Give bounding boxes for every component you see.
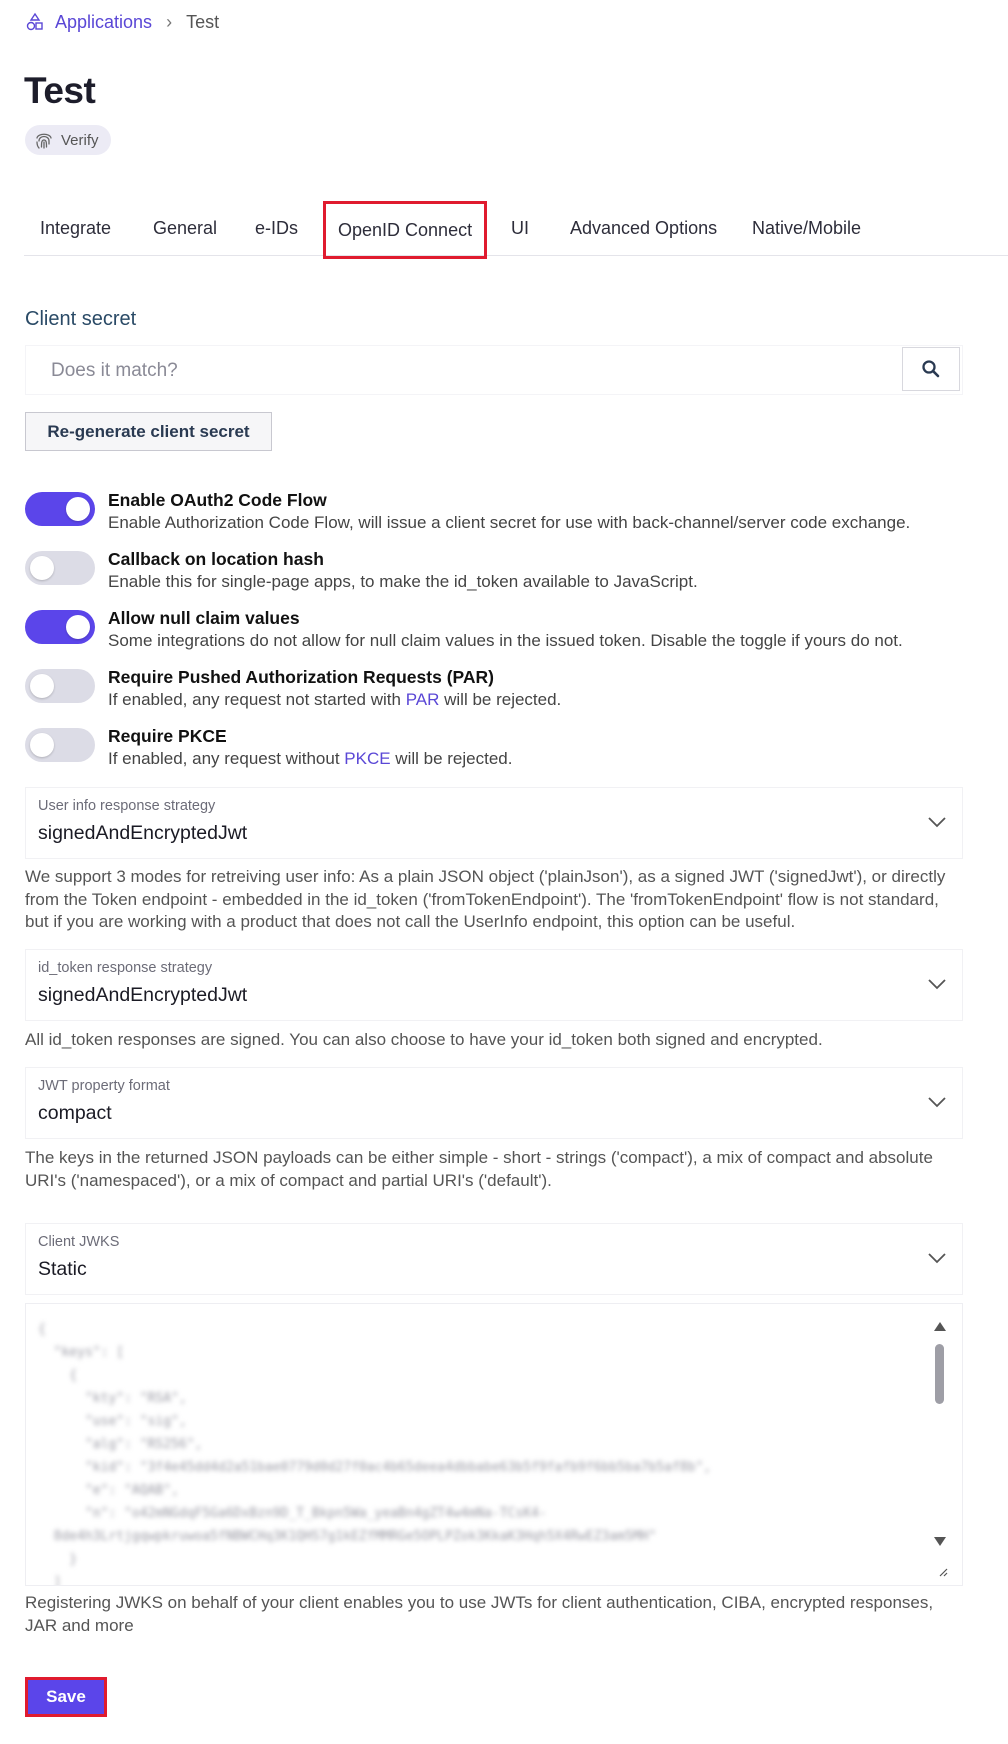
tab-e-ids[interactable]: e-IDs — [255, 200, 298, 256]
tab-general[interactable]: General — [153, 200, 217, 256]
toggle-knob — [30, 674, 54, 698]
idtoken-help-text: All id_token responses are signed. You c… — [25, 1030, 823, 1049]
require-par-toggle[interactable] — [25, 669, 95, 703]
select-value: signedAndEncryptedJwt — [38, 984, 248, 1006]
select-label: id_token response strategy — [38, 960, 213, 976]
select-value: signedAndEncryptedJwt — [38, 822, 248, 844]
breadcrumb: Applications › Test — [25, 10, 219, 34]
toggle-title: Enable OAuth2 Code Flow — [108, 490, 327, 510]
jwks-textarea[interactable]: { "keys": [ { "kty": "RSA", "use": "sig"… — [25, 1303, 963, 1586]
select-label: JWT property format — [38, 1078, 170, 1094]
client-secret-search-button[interactable] — [902, 347, 960, 391]
scrollbar-thumb[interactable] — [935, 1344, 944, 1404]
select-label: User info response strategy — [38, 798, 216, 814]
userinfo-help-text: We support 3 modes for retreiving user i… — [25, 867, 946, 931]
jwt-format-help-text: The keys in the returned JSON payloads c… — [25, 1148, 933, 1190]
require-pkce-toggle[interactable] — [25, 728, 95, 762]
chevron-down-icon — [928, 817, 946, 828]
toggle-description: Enable Authorization Code Flow, will iss… — [108, 513, 911, 532]
search-icon — [922, 360, 940, 378]
toggle-description-text: If enabled, any request without — [108, 749, 345, 768]
userinfo-strategy-select[interactable]: User info response strategy signedAndEnc… — [25, 787, 963, 859]
jwks-code: { "keys": [ { "kty": "RSA", "use": "sig"… — [38, 1322, 712, 1586]
par-link[interactable]: PAR — [406, 690, 440, 709]
tab-integrate[interactable]: Integrate — [40, 200, 111, 256]
page-title: Test — [24, 70, 96, 111]
regenerate-client-secret-button[interactable]: Re-generate client secret — [25, 412, 272, 451]
tab-openid-connect[interactable]: OpenID Connect — [323, 201, 488, 259]
toggle-description: Some integrations do not allow for null … — [108, 631, 903, 650]
toggle-row-require-pkce: Require PKCE If enabled, any request wit… — [25, 726, 985, 774]
tab-native-mobile[interactable]: Native/Mobile — [752, 200, 861, 256]
verify-badge-label: Verify — [61, 131, 99, 149]
toggle-row-callback-location-hash: Callback on location hash Enable this fo… — [25, 549, 985, 597]
client-jwks-select[interactable]: Client JWKS Static — [25, 1223, 963, 1295]
toggle-title: Allow null claim values — [108, 608, 300, 628]
chevron-down-icon — [928, 1097, 946, 1108]
client-secret-row — [25, 345, 963, 396]
chevron-down-icon — [928, 979, 946, 990]
breadcrumb-current: Test — [186, 11, 220, 32]
toggle-knob — [30, 556, 54, 580]
toggle-description: Enable this for single-page apps, to mak… — [108, 572, 698, 591]
chevron-right-icon: › — [166, 11, 173, 32]
toggle-knob — [66, 497, 90, 521]
toggle-knob — [66, 615, 90, 639]
callback-location-hash-toggle[interactable] — [25, 551, 95, 585]
idtoken-strategy-select[interactable]: id_token response strategy signedAndEncr… — [25, 949, 963, 1021]
toggle-row-require-par: Require Pushed Authorization Requests (P… — [25, 667, 985, 715]
null-claim-values-toggle[interactable] — [25, 610, 95, 644]
toggle-description: If enabled, any request not started with… — [108, 690, 561, 710]
applications-icon — [26, 12, 43, 31]
select-value: compact — [38, 1102, 112, 1124]
toggle-knob — [30, 733, 54, 757]
toggle-row-oauth2-code-flow: Enable OAuth2 Code Flow Enable Authoriza… — [25, 490, 985, 538]
tab-bar: Integrate General e-IDs OpenID Connect U… — [24, 200, 1008, 259]
select-value: Static — [38, 1258, 87, 1280]
toggle-description-text: If enabled, any request not started with — [108, 690, 406, 709]
toggle-row-null-claim-values: Allow null claim values Some integration… — [25, 608, 985, 656]
fingerprint-icon — [36, 133, 52, 149]
scroll-up-arrow[interactable] — [934, 1322, 946, 1331]
select-label: Client JWKS — [38, 1234, 120, 1250]
tab-advanced-options[interactable]: Advanced Options — [570, 200, 717, 256]
toggle-description: If enabled, any request without PKCE wil… — [108, 749, 512, 769]
breadcrumb-applications-link[interactable]: Applications — [55, 12, 152, 33]
pkce-link[interactable]: PKCE — [344, 749, 390, 768]
tab-ui[interactable]: UI — [511, 200, 529, 256]
verify-badge: Verify — [25, 125, 111, 155]
resize-handle-icon[interactable] — [938, 1567, 948, 1577]
save-button[interactable]: Save — [25, 1677, 107, 1717]
chevron-down-icon — [928, 1253, 946, 1264]
toggle-title: Callback on location hash — [108, 549, 324, 569]
client-secret-label: Client secret — [25, 308, 137, 330]
toggle-description-text: will be rejected. — [390, 749, 513, 768]
toggle-title: Require Pushed Authorization Requests (P… — [108, 667, 494, 687]
jwks-help-text: Registering JWKS on behalf of your clien… — [25, 1593, 934, 1635]
client-secret-input[interactable] — [26, 346, 901, 396]
toggle-title: Require PKCE — [108, 726, 227, 746]
oauth2-code-flow-toggle[interactable] — [25, 492, 95, 526]
toggle-description-text: will be rejected. — [439, 690, 562, 709]
jwt-format-select[interactable]: JWT property format compact — [25, 1067, 963, 1139]
scroll-down-arrow[interactable] — [934, 1537, 946, 1546]
